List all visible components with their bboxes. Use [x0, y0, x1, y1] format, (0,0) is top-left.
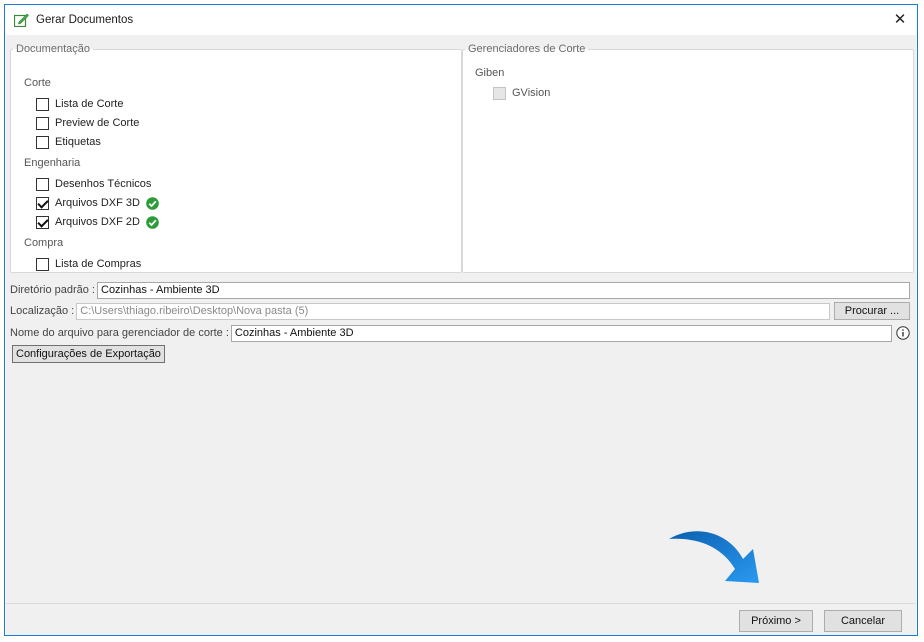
checkbox-desenhos-tecnicos[interactable]: Desenhos Técnicos: [36, 176, 151, 192]
group-label-giben: Giben: [475, 67, 505, 79]
checkbox-box[interactable]: [36, 177, 49, 191]
checkbox-gvision[interactable]: GVision: [493, 85, 550, 101]
title-bar: Gerar Documentos ✕: [5, 5, 917, 35]
checkbox-box[interactable]: [36, 215, 49, 229]
checkbox-arquivos-dxf-2d[interactable]: Arquivos DXF 2D: [36, 214, 159, 230]
checkbox-label: Desenhos Técnicos: [55, 178, 152, 190]
checkbox-box[interactable]: [36, 97, 49, 111]
check-circle-icon: [146, 196, 159, 210]
checkbox-label: Arquivos DXF 2D: [55, 216, 140, 228]
checkbox-box[interactable]: [493, 86, 506, 100]
localizacao-label: Localização :: [10, 305, 75, 317]
checkbox-label: GVision: [512, 87, 551, 99]
dialog-footer: Próximo > Cancelar: [6, 603, 916, 635]
close-icon: ✕: [893, 11, 907, 28]
checkbox-label: Arquivos DXF 3D: [55, 197, 140, 209]
dialog-content: Documentação Corte Lista de Corte Previe…: [6, 35, 916, 603]
nome-arquivo-input[interactable]: [230, 324, 892, 342]
checkbox-label: Preview de Corte: [55, 117, 140, 129]
diretorio-padrao-input[interactable]: [97, 281, 910, 299]
documentacao-group: Documentação Corte Lista de Corte Previe…: [10, 43, 462, 273]
cancelar-button[interactable]: Cancelar: [824, 610, 902, 632]
checkbox-label: Lista de Compras: [55, 258, 142, 270]
arrow-pointer-icon: [669, 531, 759, 583]
configuracoes-exportacao-button[interactable]: Configurações de Exportação: [12, 345, 165, 363]
nome-arquivo-label: Nome do arquivo para gerenciador de cort…: [10, 327, 229, 339]
diretorio-padrao-label: Diretório padrão :: [10, 284, 95, 296]
checkbox-box[interactable]: [36, 135, 49, 149]
checkbox-etiquetas[interactable]: Etiquetas: [36, 134, 101, 150]
group-label-corte: Corte: [24, 77, 51, 89]
document-edit-icon: [14, 13, 29, 27]
close-button[interactable]: ✕: [883, 5, 917, 35]
group-label-compra: Compra: [24, 237, 64, 249]
gerenciadores-de-corte-group: Gerenciadores de Corte Giben GVision: [462, 43, 914, 273]
checkbox-arquivos-dxf-3d[interactable]: Arquivos DXF 3D: [36, 195, 159, 211]
diretorio-padrao-row: Diretório padrão :: [10, 281, 910, 299]
localizacao-row: Localização : Procurar ...: [10, 302, 910, 320]
checkbox-box[interactable]: [36, 257, 49, 271]
nome-arquivo-row: Nome do arquivo para gerenciador de cort…: [10, 324, 910, 342]
checkbox-preview-de-corte[interactable]: Preview de Corte: [36, 115, 139, 131]
checkbox-lista-de-compras[interactable]: Lista de Compras: [36, 256, 141, 272]
group-label-engenharia: Engenharia: [24, 157, 81, 169]
checkbox-label: Lista de Corte: [55, 98, 124, 110]
checkbox-label: Etiquetas: [55, 136, 101, 148]
checkbox-box[interactable]: [36, 116, 49, 130]
checkbox-lista-de-corte[interactable]: Lista de Corte: [36, 96, 123, 112]
checkbox-box[interactable]: [36, 196, 49, 210]
gerenciadores-legend: Gerenciadores de Corte: [468, 43, 586, 55]
gerar-documentos-dialog: Gerar Documentos ✕ Documentação Corte Li…: [4, 4, 918, 636]
documentacao-legend: Documentação: [16, 43, 90, 55]
window-title: Gerar Documentos: [36, 14, 134, 26]
localizacao-input[interactable]: [76, 302, 830, 320]
proximo-button[interactable]: Próximo >: [739, 610, 813, 632]
info-icon[interactable]: [896, 326, 910, 340]
procurar-button[interactable]: Procurar ...: [834, 302, 910, 320]
check-circle-icon: [146, 215, 159, 229]
